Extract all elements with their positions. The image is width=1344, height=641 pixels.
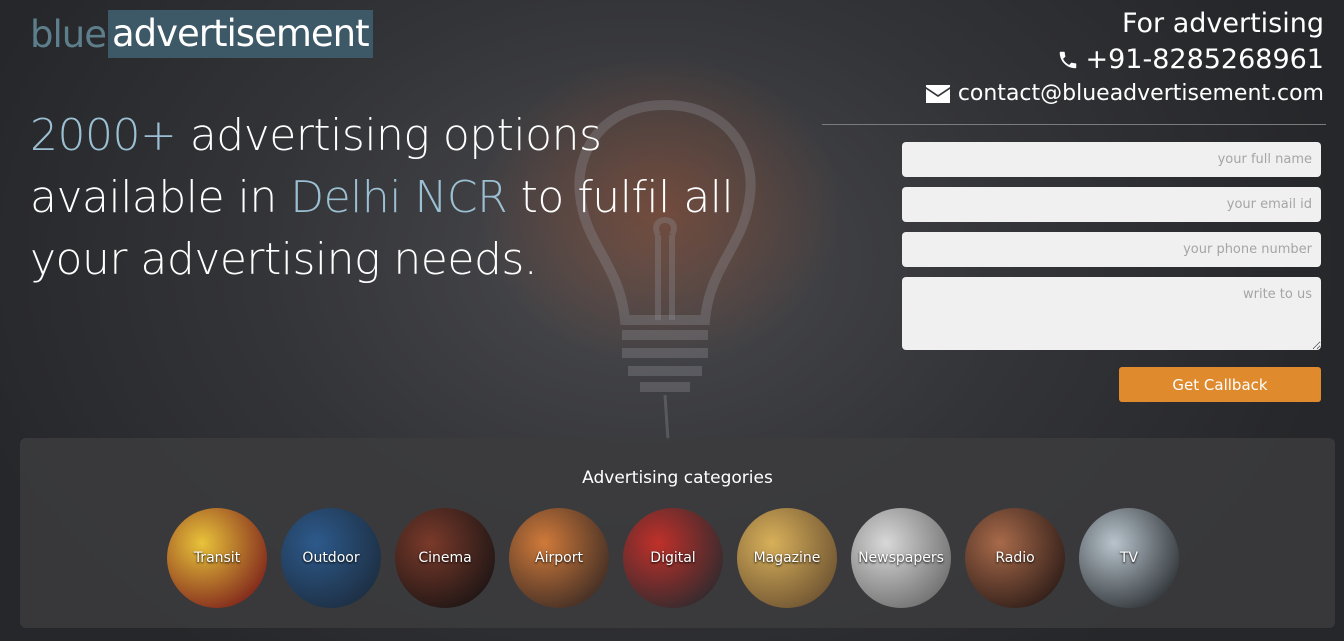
category-outdoor[interactable]: Outdoor [281, 508, 381, 608]
phone-input[interactable] [902, 232, 1321, 267]
category-magazine[interactable]: Magazine [737, 508, 837, 608]
headline-highlight-count: 2000+ [30, 110, 177, 161]
category-tv[interactable]: TV [1079, 508, 1179, 608]
envelope-icon [925, 85, 950, 103]
category-list: Transit Outdoor Cinema Airport Digital Magazi… [167, 508, 1179, 608]
email-address: contact@blueadvertisement.com [957, 81, 1324, 106]
category-label: TV [1119, 550, 1139, 566]
category-label: Airport [535, 550, 583, 566]
full-name-input[interactable] [902, 142, 1321, 177]
phone-number: +91-8285268961 [1085, 44, 1324, 75]
logo-part-blue: blue [30, 12, 107, 56]
headline: 2000+ advertising options available in D… [30, 105, 750, 291]
category-newspapers[interactable]: Newspapers [851, 508, 951, 608]
contact-email[interactable]: contact@blueadvertisement.com [925, 78, 1324, 110]
category-label: Magazine [753, 550, 821, 566]
category-label: Radio [995, 550, 1035, 566]
message-textarea[interactable] [902, 277, 1321, 350]
category-label: Newspapers [858, 550, 944, 566]
callback-form: Get Callback [902, 142, 1321, 402]
contact-info: For advertising +91-8285268961 contact@b… [925, 6, 1324, 110]
header-divider [822, 124, 1326, 125]
category-label: Digital [650, 550, 696, 566]
get-callback-button[interactable]: Get Callback [1119, 367, 1321, 402]
categories-title: Advertising categories [582, 468, 773, 488]
category-label: Cinema [418, 550, 472, 566]
contact-heading: For advertising [1121, 8, 1324, 39]
category-digital[interactable]: Digital [623, 508, 723, 608]
logo[interactable]: blue advertisement [30, 10, 373, 58]
headline-highlight-location: Delhi NCR [290, 172, 508, 223]
category-label: Outdoor [302, 550, 360, 566]
category-transit[interactable]: Transit [167, 508, 267, 608]
contact-phone[interactable]: +91-8285268961 [926, 42, 1324, 78]
email-input[interactable] [902, 187, 1321, 222]
advertising-categories: Advertising categories Transit Outdoor Cin… [20, 438, 1335, 628]
category-radio[interactable]: Radio [965, 508, 1065, 608]
logo-part-advertisement: advertisement [107, 10, 373, 58]
category-cinema[interactable]: Cinema [395, 508, 495, 608]
category-airport[interactable]: Airport [509, 508, 609, 608]
category-label: Transit [193, 550, 241, 566]
phone-icon [1060, 51, 1077, 69]
